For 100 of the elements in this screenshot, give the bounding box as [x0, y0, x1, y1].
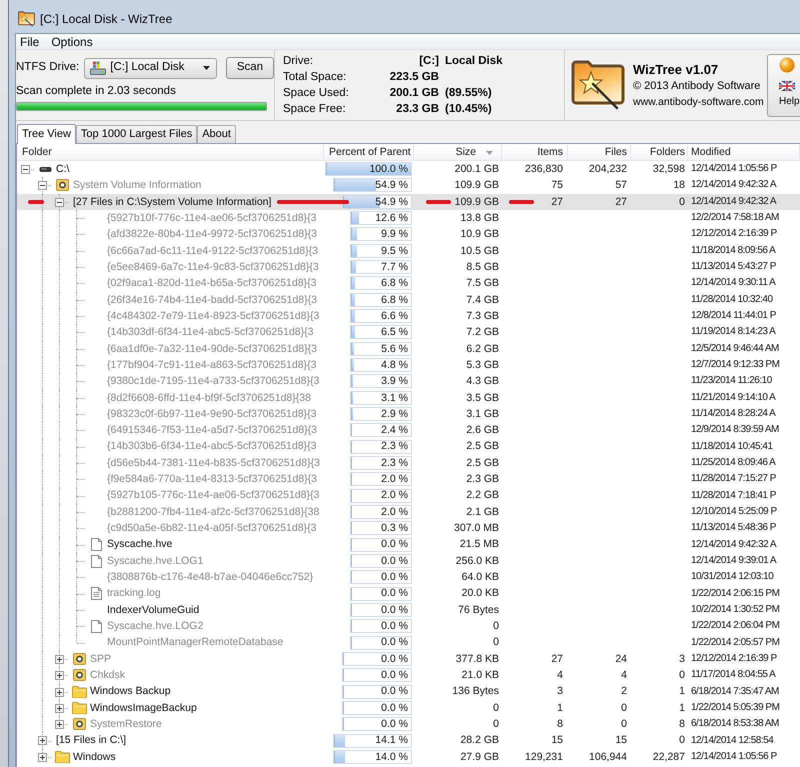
column-header[interactable]: Items — [502, 145, 568, 160]
website-link[interactable]: www.antibody-software.com — [633, 96, 764, 108]
percent-text: 7.7 % — [381, 262, 408, 272]
tree-row[interactable]: WindowsImageBackup 0.0 % 0 1 0 1 1/22/2014 5:05:39 PM — [17, 700, 800, 716]
tree-row[interactable]: {6c66a7ad-6c11-11e4-9122-5cf3706251d8}{3 9.5 % 10.5 GB 11/18/2014 8:09:56 A — [17, 242, 800, 259]
column-header[interactable]: Folders — [631, 145, 688, 160]
tree-row[interactable]: {26f34e16-74b4-11e4-badd-5cf3706251d8}{3 6.8 % 7.4 GB 11/28/2014 10:32:40 — [17, 292, 800, 308]
modified-date: 11/21/2014 9:14:10 A — [691, 392, 776, 403]
tree-toggle[interactable] — [55, 704, 64, 713]
tree-toggle[interactable] — [55, 688, 64, 696]
tree-row[interactable]: {9380c1de-7195-11e4-a733-5cf3706251d8}{3 3.9 % 4.3 GB 11/23/2014 11:26:10 — [17, 373, 800, 390]
file-count: 4 — [621, 670, 627, 681]
tree-row[interactable]: {afd3822e-80b4-11e4-9972-5cf3706251d8}{3 9.9 % 10.9 GB 12/12/2014 2:16:39 P — [17, 226, 800, 243]
item-name: MountPointManagerRemoteDatabase — [107, 637, 284, 648]
tree-toggle[interactable] — [21, 165, 30, 174]
tree-row[interactable]: {8d2f6608-6ffd-11e4-bf9f-5cf3706251d8}{38 3.1 % 3.5 GB 11/21/2014 9:14:10 A — [17, 390, 800, 406]
tree-row[interactable]: {5927b10f-776c-11e4-ae06-5cf3706251d8}{3 12.6 % 13.8 GB 12/2/2014 7:58:18 AM — [17, 210, 800, 226]
item-name: SystemRestore — [90, 719, 162, 730]
tree-row[interactable]: C:\ 100.0 % 200.1 GB 236,830 204,232 32,598 12/14/2014 1:05:56 P — [17, 161, 800, 178]
tree-toggle[interactable] — [38, 736, 47, 746]
tree-row[interactable]: {3808876b-c176-4e48-b7ae-04046e6cc752} 0.0 % 64.0 KB 10/31/2014 12:03:10 — [17, 569, 800, 586]
tree-row[interactable]: {f9e584a6-770a-11e4-8313-5cf3706251d8}{3 2.0 % 2.3 GB 11/28/2014 7:15:27 P — [17, 471, 800, 488]
modified-date: 12/14/2014 9:42:32 A — [691, 540, 776, 550]
tree-row[interactable]: {02f9aca1-820d-11e4-b65a-5cf3706251d8}{3 6.8 % 7.5 GB 12/14/2014 9:30:11 A — [17, 275, 800, 292]
modified-date: 12/14/2014 9:42:32 A — [691, 180, 776, 190]
tree-toggle[interactable] — [55, 720, 64, 730]
system-folder-icon — [72, 718, 86, 730]
item-name: {f9e584a6-770a-11e4-8313-5cf3706251d8}{3 — [107, 474, 317, 485]
item-name: Chkdsk — [90, 670, 126, 681]
tree-row[interactable]: tracking.log 0.0 % 20.0 KB 1/22/2014 2:06:15 PM — [17, 586, 800, 602]
item-count: 236,830 — [525, 164, 563, 174]
size-text: 8.5 GB — [466, 262, 499, 272]
size-text: 0 — [493, 621, 499, 632]
size-text: 7.2 GB — [466, 327, 499, 338]
scan-button[interactable]: Scan — [226, 57, 274, 79]
dropdown-caret-icon — [202, 66, 210, 70]
item-name: {3808876b-c176-4e48-b7ae-04046e6cc752} — [107, 572, 314, 583]
tree-row[interactable]: SystemRestore 0.0 % 0 8 0 8 6/18/2014 8:53:38 AM — [17, 716, 800, 732]
percent-text: 14.0 % — [375, 752, 408, 762]
tree-row[interactable]: {14b303b6-6f34-11e4-abc5-5cf3706251d8}{3 2.3 % 2.5 GB 11/18/2014 10:45:41 — [17, 438, 800, 455]
status-text: Scan complete in 2.03 seconds — [16, 84, 177, 98]
tree-row[interactable]: Syscache.hve.LOG1 0.0 % 256.0 KB 12/14/2014 9:39:01 A — [17, 552, 800, 570]
menu-item[interactable]: Options — [48, 36, 96, 48]
tree-row[interactable]: {5927b105-776c-11e4-ae06-5cf3706251d8}{3 2.0 % 2.2 GB 11/28/2014 7:18:41 P — [17, 488, 800, 504]
item-name: System Volume Information — [73, 180, 202, 191]
tree-row[interactable]: Windows 14.0 % 27.9 GB 129,231 106,944 22,287 12/14/2014 1:05:56 P — [17, 748, 800, 766]
tree-toggle[interactable] — [38, 181, 47, 190]
drive-dropdown[interactable]: [C:] Local Disk — [84, 58, 217, 78]
size-text: 2.1 GB — [466, 506, 499, 518]
item-count: 1 — [557, 702, 563, 714]
system-folder-icon — [72, 653, 86, 665]
tab[interactable]: Top 1000 Largest Files — [76, 125, 198, 143]
percent-text: 6.8 % — [381, 294, 408, 306]
tree-row[interactable]: [15 Files in C:\] 14.1 % 28.2 GB 15 15 0 12/14/2014 12:58:54 — [17, 732, 800, 749]
percent-text: 4.8 % — [381, 360, 408, 370]
percent-text: 6.5 % — [381, 327, 408, 338]
tree-row[interactable]: {c9d50a5e-6b82-11e4-a05f-5cf3706251d8}{3 0.3 % 307.0 MB 11/13/2014 5:48:36 P — [17, 520, 800, 537]
item-count: 129,231 — [525, 752, 563, 762]
tree-toggle[interactable] — [55, 671, 64, 680]
item-name: {afd3822e-80b4-11e4-9972-5cf3706251d8}{3 — [107, 229, 317, 240]
folder-count: 3 — [679, 654, 685, 664]
column-header[interactable]: Files — [568, 145, 631, 160]
menu-item[interactable]: File — [17, 36, 42, 48]
help-button[interactable]: Help — [767, 54, 800, 116]
tree-toggle[interactable] — [55, 654, 64, 664]
tree-row[interactable]: Syscache.hve.LOG2 0.0 % 0 1/22/2014 2:06:04 PM — [17, 618, 800, 635]
modified-date: 12/7/2014 9:12:33 PM — [691, 360, 780, 370]
tree-row[interactable]: {e5ee8469-6a7c-11e4-9c83-5cf3706251d8}{3 7.7 % 8.5 GB 11/13/2014 5:43:27 P — [17, 258, 800, 276]
tree-row[interactable]: {64915346-7f53-11e4-a5d7-5cf3706251d8}{3 2.4 % 2.6 GB 12/9/2014 8:39:59 AM — [17, 422, 800, 439]
tree-row[interactable]: Chkdsk 0.0 % 21.0 KB 4 4 0 11/17/2014 8:04:55 A — [17, 667, 800, 684]
column-header[interactable]: Percent of Parent — [324, 145, 414, 160]
item-name: [15 Files in C:\] — [56, 735, 126, 746]
tree-toggle[interactable] — [55, 198, 64, 207]
percent-text: 0.0 % — [381, 670, 408, 681]
tree-row[interactable]: {d56e5b44-7381-11e4-b835-5cf3706251d8}{3 2.3 % 2.5 GB 11/25/2014 8:09:46 A — [17, 454, 800, 472]
column-header[interactable]: Size — [414, 145, 502, 160]
column-header[interactable]: Folder — [17, 145, 324, 160]
info-note: (10.45%) — [445, 104, 492, 116]
column-header[interactable]: Modified — [688, 145, 800, 160]
tree-row[interactable]: Syscache.hve 0.0 % 21.5 MB 12/14/2014 9:42:32 A — [17, 536, 800, 553]
tree-row[interactable]: IndexerVolumeGuid 0.0 % 76 Bytes 10/2/2014 1:30:52 PM — [17, 602, 800, 618]
tree-row[interactable]: {177bf904-7c91-11e4-a863-5cf3706251d8}{3 4.8 % 5.3 GB 12/7/2014 9:12:33 PM — [17, 356, 800, 374]
tree-toggle[interactable] — [38, 752, 47, 762]
tree-row[interactable]: {b2881200-7fb4-11e4-af2c-5cf3706251d8}{38 2.0 % 2.1 GB 12/10/2014 5:25:09 P — [17, 504, 800, 520]
modified-date: 12/14/2014 9:39:01 A — [691, 556, 776, 566]
tree-row[interactable]: Windows Backup 0.0 % 136 Bytes 3 2 1 6/18/2014 7:35:47 AM — [17, 684, 800, 700]
modified-date: 11/18/2014 10:45:41 — [691, 442, 773, 452]
modified-date: 12/14/2014 12:58:54 — [691, 736, 774, 746]
file-count: 15 — [615, 735, 627, 746]
size-text: 307.0 MB — [454, 523, 499, 534]
tree-row[interactable]: {14b303df-6f34-11e4-abc5-5cf3706251d8}{3 6.5 % 7.2 GB 11/19/2014 8:14:23 A — [17, 324, 800, 341]
tree-row[interactable]: MountPointManagerRemoteDatabase 0.0 % 0 1/22/2014 2:05:57 PM — [17, 634, 800, 651]
tree-row[interactable]: {98323c0f-6b97-11e4-9e90-5cf3706251d8}{3 2.9 % 3.1 GB 11/14/2014 8:28:24 A — [17, 406, 800, 422]
tree-row[interactable]: {6aa1df0e-7a32-11e4-90de-5cf3706251d8}{3 5.6 % 6.2 GB 12/5/2014 9:46:44 AM — [17, 340, 800, 357]
tree-row[interactable]: SPP 0.0 % 377.8 KB 27 24 3 12/12/2014 2:16:39 P — [17, 650, 800, 668]
tab[interactable]: Tree View — [17, 124, 76, 144]
tab[interactable]: About — [197, 125, 236, 143]
tree-row[interactable]: {4c484302-7e79-11e4-8923-5cf3706251d8}{3 6.6 % 7.3 GB 12/8/2014 11:44:01 P — [17, 308, 800, 324]
tree-row[interactable]: [27 Files in C:\System Volume Information] 54.9 % 109.9 GB 27 27 0 12/14/2014 9:42:32 A — [17, 194, 800, 210]
modified-date: 1/22/2014 2:05:57 PM — [691, 638, 780, 648]
